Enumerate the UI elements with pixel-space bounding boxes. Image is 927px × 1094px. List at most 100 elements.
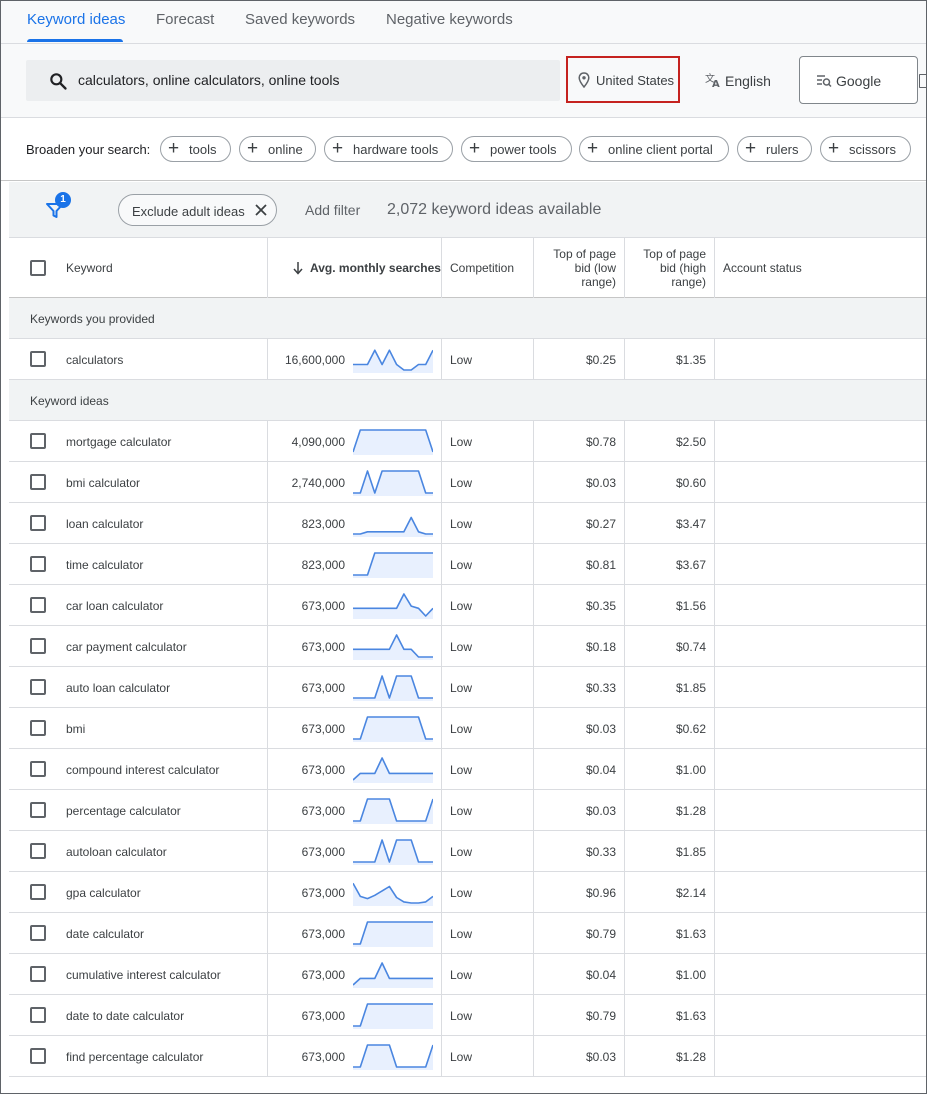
keyword-cell: percentage calculator [66,804,181,818]
table-row[interactable]: car loan calculator 673,000 Low $0.35 $1.56 [9,585,926,626]
broaden-chip-power-tools[interactable]: + power tools [461,136,572,162]
translate-icon: 文 A [705,72,720,88]
table-row[interactable]: calculators 16,600,000 Low $0.25 $1.35 [9,339,926,380]
table-row[interactable]: auto loan calculator 673,000 Low $0.33 $1.85 [9,667,926,708]
table-header: Keyword Avg. monthly searches Competitio… [9,238,926,298]
keyword-cell: car loan calculator [66,599,164,613]
tab-saved-keywords[interactable]: Saved keywords [245,11,355,28]
section-keyword-ideas: Keyword ideas [9,380,926,421]
table-row[interactable]: date calculator 673,000 Low $0.79 $1.63 [9,913,926,954]
column-bid-low[interactable]: Top of page bid (low range) [539,247,616,289]
row-checkbox[interactable] [30,556,46,572]
column-divider [714,667,715,708]
tab-keyword-ideas[interactable]: Keyword ideas [27,11,125,28]
sparkline-area [353,350,433,373]
add-filter-button[interactable]: Add filter [305,202,360,218]
location-selector[interactable]: United States [566,56,680,103]
column-keyword[interactable]: Keyword [66,261,113,275]
exclude-adult-ideas-chip[interactable]: Exclude adult ideas [118,194,277,226]
trend-sparkline [353,1003,433,1029]
row-checkbox[interactable] [30,351,46,367]
row-checkbox[interactable] [30,1048,46,1064]
bid-low-cell: $0.79 [585,927,616,941]
column-divider [714,462,715,503]
bid-low-cell: $0.04 [585,968,616,982]
keyword-search-input[interactable]: calculators, online calculators, online … [26,60,560,101]
column-divider [441,462,442,503]
column-avg-monthly-searches[interactable]: Avg. monthly searches [310,261,441,275]
table-row[interactable]: compound interest calculator 673,000 Low $0… [9,749,926,790]
column-divider [624,831,625,872]
tab-forecast[interactable]: Forecast [156,11,214,28]
column-divider [714,872,715,913]
column-divider [714,238,715,298]
network-selector[interactable]: Google [799,56,918,104]
tab-negative-keywords[interactable]: Negative keywords [386,11,513,28]
column-divider [714,913,715,954]
bid-high-cell: $1.85 [675,681,706,695]
table-row[interactable]: bmi calculator 2,740,000 Low $0.03 $0.60 [9,462,926,503]
column-divider [624,585,625,626]
bid-high-cell: $2.14 [675,886,706,900]
chip-label: rulers [766,142,799,157]
competition-cell: Low [450,640,473,654]
plus-icon: + [469,138,481,159]
avg-searches-cell: 673,000 [301,599,345,613]
table-row[interactable]: loan calculator 823,000 Low $0.27 $3.47 [9,503,926,544]
column-divider [533,831,534,872]
select-all-checkbox[interactable] [30,260,46,276]
chip-label: hardware tools [353,142,439,157]
table-row[interactable]: percentage calculator 673,000 Low $0.03 $1.2… [9,790,926,831]
row-checkbox[interactable] [30,597,46,613]
avg-searches-cell: 673,000 [301,845,345,859]
column-divider [624,503,625,544]
plus-icon: + [828,138,840,159]
bid-high-cell: $1.00 [675,763,706,777]
column-divider [624,1036,625,1077]
broaden-chip-online[interactable]: + online [239,136,316,162]
table-row[interactable]: find percentage calculator 673,000 Low $0.0… [9,1036,926,1077]
row-checkbox[interactable] [30,515,46,531]
table-row[interactable]: cumulative interest calculator 673,000 Low… [9,954,926,995]
column-bid-high[interactable]: Top of page bid (high range) [630,247,706,289]
bid-high-cell: $2.50 [675,435,706,449]
row-checkbox[interactable] [30,433,46,449]
row-checkbox[interactable] [30,966,46,982]
row-checkbox[interactable] [30,925,46,941]
bid-high-cell: $1.28 [675,1050,706,1064]
row-checkbox[interactable] [30,761,46,777]
row-checkbox[interactable] [30,802,46,818]
column-divider [533,708,534,749]
table-row[interactable]: bmi 673,000 Low $0.03 $0.62 [9,708,926,749]
row-checkbox[interactable] [30,884,46,900]
broaden-chip-tools[interactable]: + tools [160,136,231,162]
broaden-chip-hardware-tools[interactable]: + hardware tools [324,136,453,162]
table-row[interactable]: gpa calculator 673,000 Low $0.96 $2.14 [9,872,926,913]
row-checkbox[interactable] [30,843,46,859]
broaden-label: Broaden your search: [26,142,151,157]
table-row[interactable]: car payment calculator 673,000 Low $0.18 $0.… [9,626,926,667]
table-row[interactable]: mortgage calculator 4,090,000 Low $0.78 $2.5… [9,421,926,462]
bid-low-cell: $0.25 [585,353,616,367]
row-checkbox[interactable] [30,720,46,736]
competition-cell: Low [450,599,473,613]
table-row[interactable]: time calculator 823,000 Low $0.81 $3.67 [9,544,926,585]
table-row[interactable]: date to date calculator 673,000 Low $0.79 $1… [9,995,926,1036]
row-checkbox[interactable] [30,638,46,654]
column-competition[interactable]: Competition [450,261,514,275]
trend-sparkline [353,516,433,537]
column-account-status[interactable]: Account status [723,261,802,275]
competition-cell: Low [450,681,473,695]
keyword-cell: autoloan calculator [66,845,167,859]
row-checkbox[interactable] [30,474,46,490]
row-checkbox[interactable] [30,1007,46,1023]
close-icon[interactable] [255,204,267,216]
keyword-cell: calculators [66,353,124,367]
broaden-chip-rulers[interactable]: + rulers [737,136,812,162]
filter-bar: 1 Exclude adult ideas Add filter 2,072 k… [9,182,926,238]
broaden-chip-scissors[interactable]: + scissors [820,136,911,162]
broaden-chip-online-client-portal[interactable]: + online client portal [579,136,729,162]
table-row[interactable]: autoloan calculator 673,000 Low $0.33 $1.85 [9,831,926,872]
row-checkbox[interactable] [30,679,46,695]
sparkline-area [353,717,433,742]
